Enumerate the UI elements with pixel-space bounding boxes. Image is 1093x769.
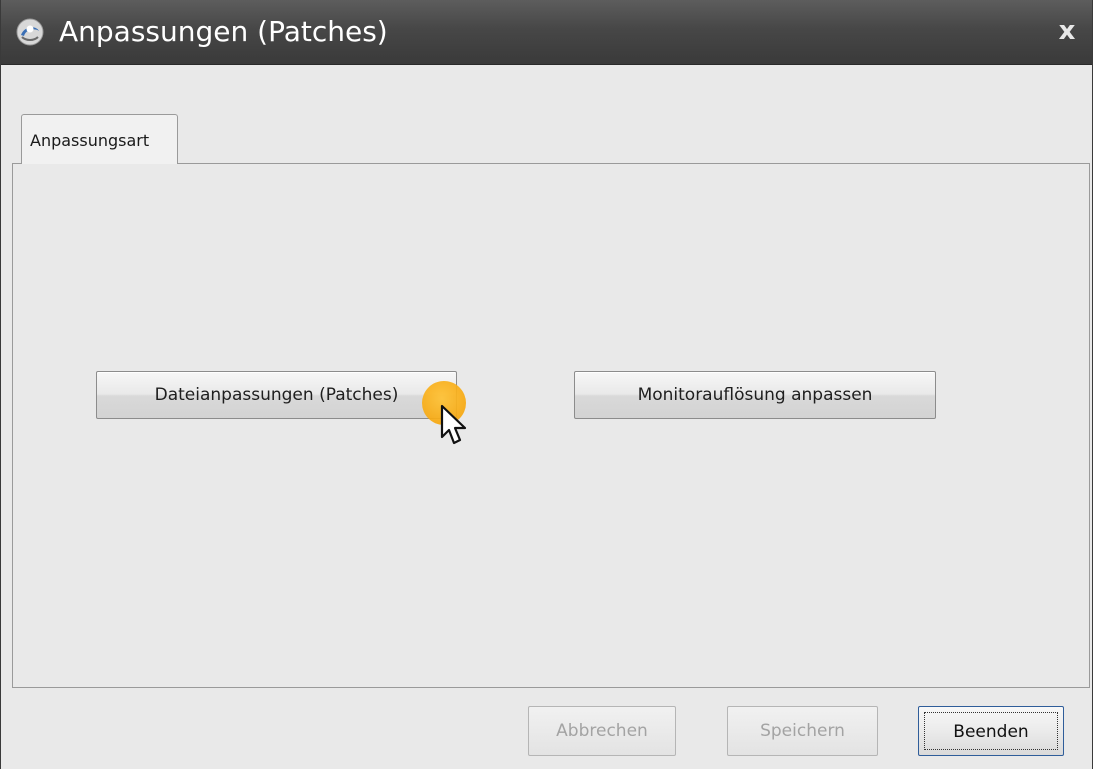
cancel-button[interactable]: Abbrechen: [528, 706, 676, 756]
dialog-window: Anpassungen (Patches) x Anpassungsart Da…: [0, 0, 1093, 769]
save-button[interactable]: Speichern: [727, 706, 878, 756]
quit-button[interactable]: Beenden: [918, 706, 1064, 756]
app-logo-icon: [16, 18, 44, 46]
window-title: Anpassungen (Patches): [59, 15, 388, 48]
title-bar: Anpassungen (Patches) x: [1, 0, 1092, 65]
file-patches-button[interactable]: Dateianpassungen (Patches): [96, 371, 457, 419]
quit-button-label: Beenden: [924, 712, 1058, 750]
monitor-resolution-button[interactable]: Monitorauflösung anpassen: [574, 371, 936, 419]
tab-panel: [12, 163, 1090, 688]
tab-label: Anpassungsart: [30, 131, 150, 150]
mouse-pointer-icon: [440, 404, 467, 445]
tab-anpassungsart[interactable]: Anpassungsart: [21, 114, 178, 164]
close-button[interactable]: x: [1052, 16, 1082, 46]
